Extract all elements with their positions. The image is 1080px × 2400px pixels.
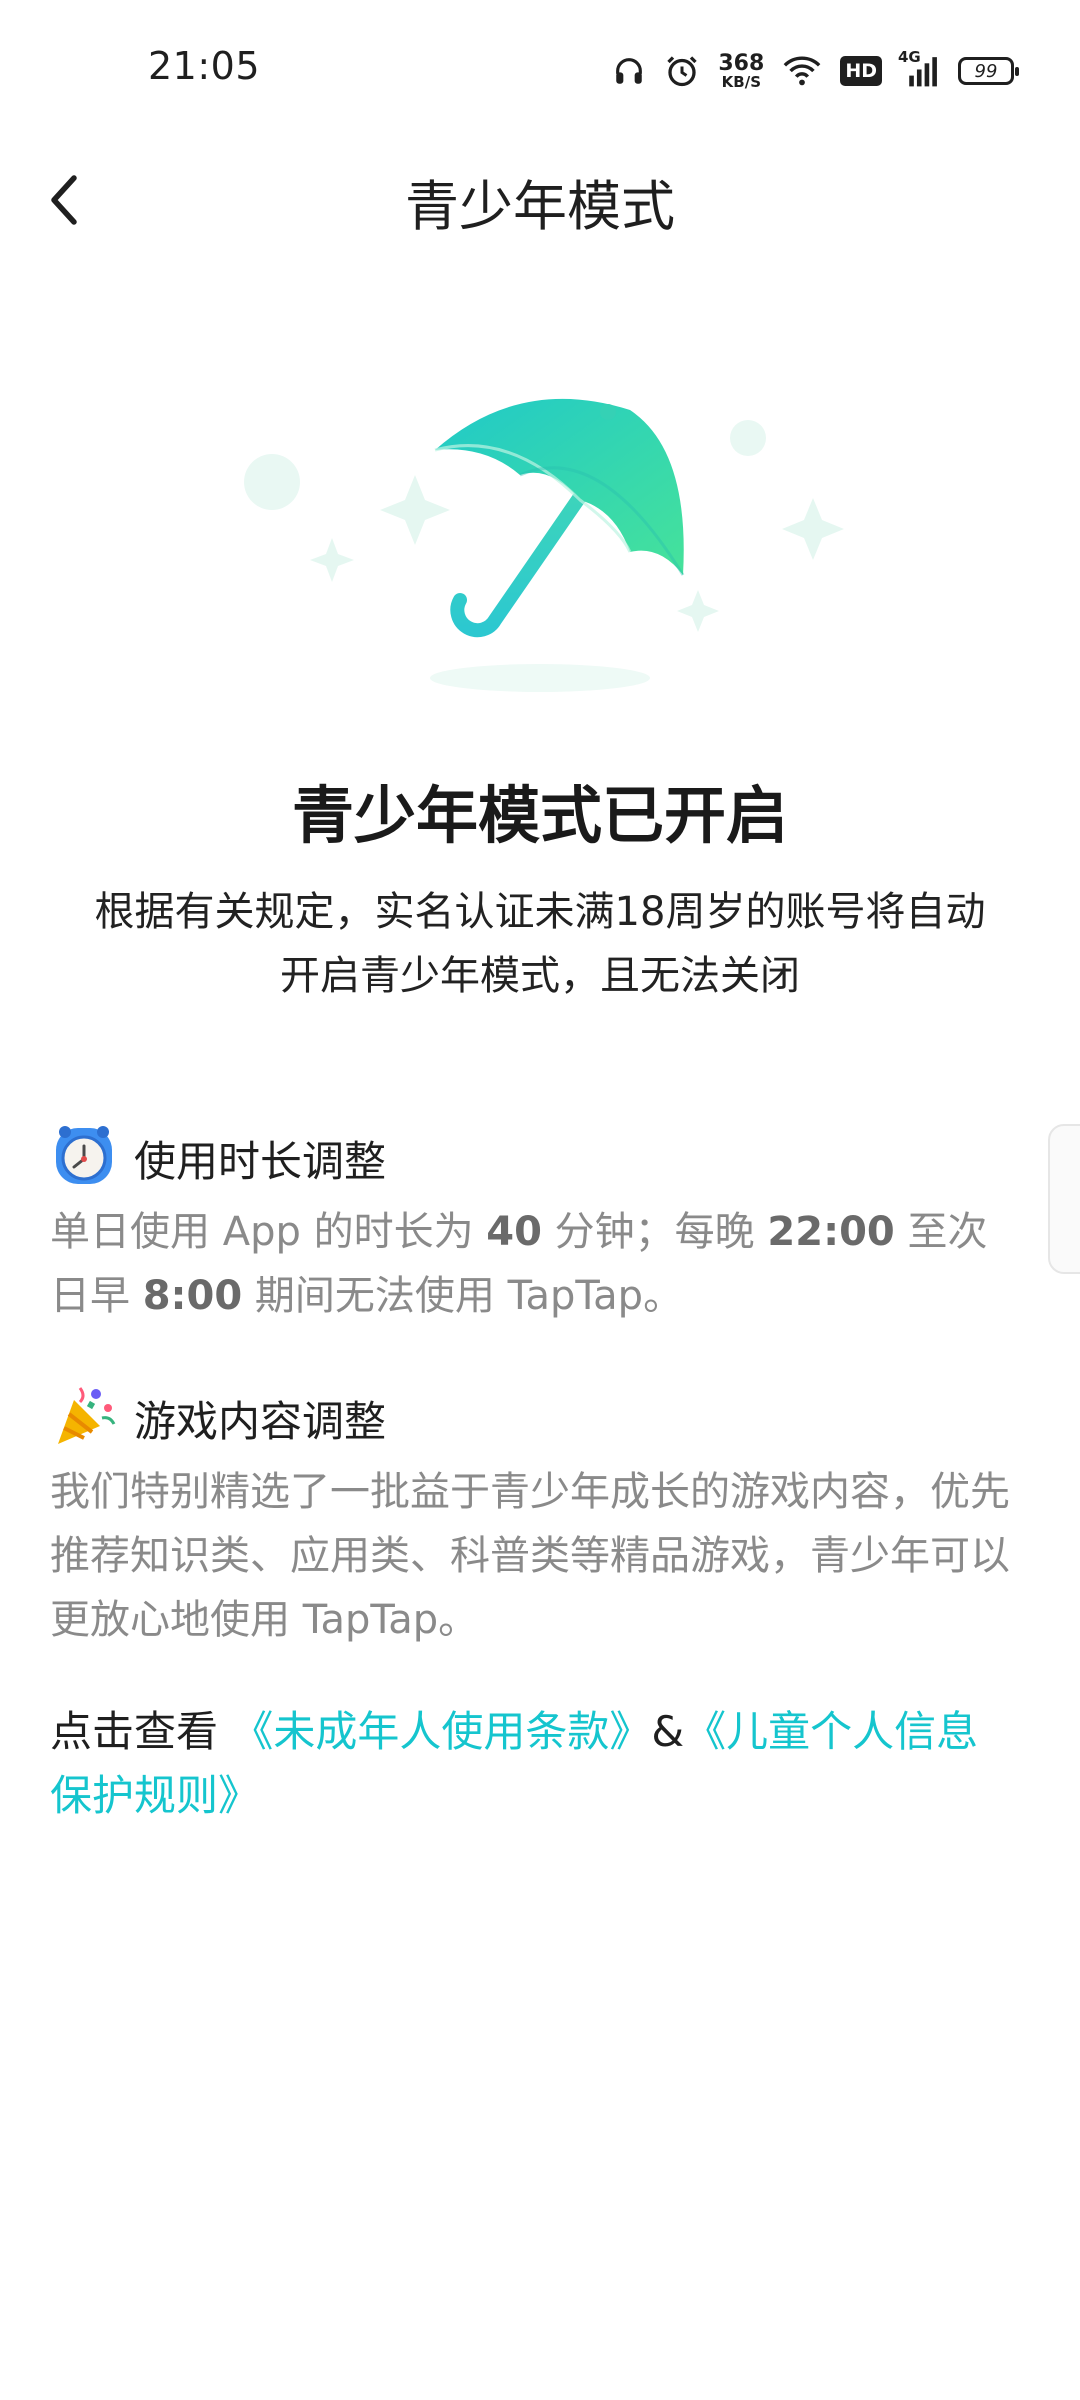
party-popper-icon: [50, 1382, 118, 1454]
daily-minutes: 40: [486, 1209, 542, 1255]
intro-text: 根据有关规定，实名认证未满18周岁的账号将自动开启青少年模式，且无法关闭: [94, 889, 986, 999]
section-title: 游戏内容调整: [134, 1396, 387, 1446]
mode-enabled-heading: 青少年模式已开启: [291, 779, 788, 852]
body-text: 期间无法使用 TapTap。: [242, 1273, 684, 1319]
net-speed: 368 KB/S: [718, 50, 765, 91]
section-game-content: 游戏内容调整: [50, 1382, 386, 1454]
links-separator: &: [651, 1707, 685, 1756]
links-prefix: 点击查看: [50, 1707, 232, 1756]
body-text: 分钟；每晚: [541, 1209, 768, 1255]
floating-edge-tab[interactable]: [1048, 1124, 1080, 1274]
headphones-icon: [612, 54, 646, 88]
umbrella-illustration: [244, 398, 844, 692]
teen-mode-screen: 21:05 368 KB/S HD 4G 99 青少年模式 青少年模式已开启 根…: [0, 0, 1080, 2400]
wifi-icon: [782, 54, 822, 88]
body-text: 单日使用 App 的时长为: [50, 1209, 487, 1255]
section-usage-time: 使用时长调整: [50, 1122, 386, 1194]
status-time: 21:05: [148, 44, 261, 88]
net-speed-value: 368: [718, 50, 765, 76]
signal-label: 4G: [898, 48, 921, 66]
curfew-end: 8:00: [142, 1273, 243, 1319]
page-title: 青少年模式: [405, 175, 675, 238]
section-usage-time-body: 单日使用 App 的时长为 40 分钟；每晚 22:00 至次日早 8:00 期…: [50, 1200, 1020, 1328]
alarm-icon: [664, 53, 700, 89]
signal-icon: 4G: [898, 48, 940, 88]
curfew-start: 22:00: [767, 1209, 895, 1255]
section-title: 使用时长调整: [134, 1136, 387, 1186]
battery-icon: 99: [958, 57, 1019, 85]
hd-icon: HD: [840, 56, 882, 86]
status-icons: 368 KB/S HD 4G 99: [612, 48, 1019, 94]
minor-terms-link[interactable]: 《未成年人使用条款》: [231, 1707, 651, 1756]
section-game-content-body: 我们特别精选了一批益于青少年成长的游戏内容，优先推荐知识类、应用类、科普类等精品…: [50, 1469, 1010, 1643]
alarm-clock-icon: [50, 1122, 118, 1194]
policy-links: 点击查看 《未成年人使用条款》&《儿童个人信息保护规则》: [50, 1700, 1020, 1828]
net-speed-unit: KB/S: [721, 72, 762, 91]
status-bar: 21:05 368 KB/S HD 4G 99: [0, 0, 1080, 140]
